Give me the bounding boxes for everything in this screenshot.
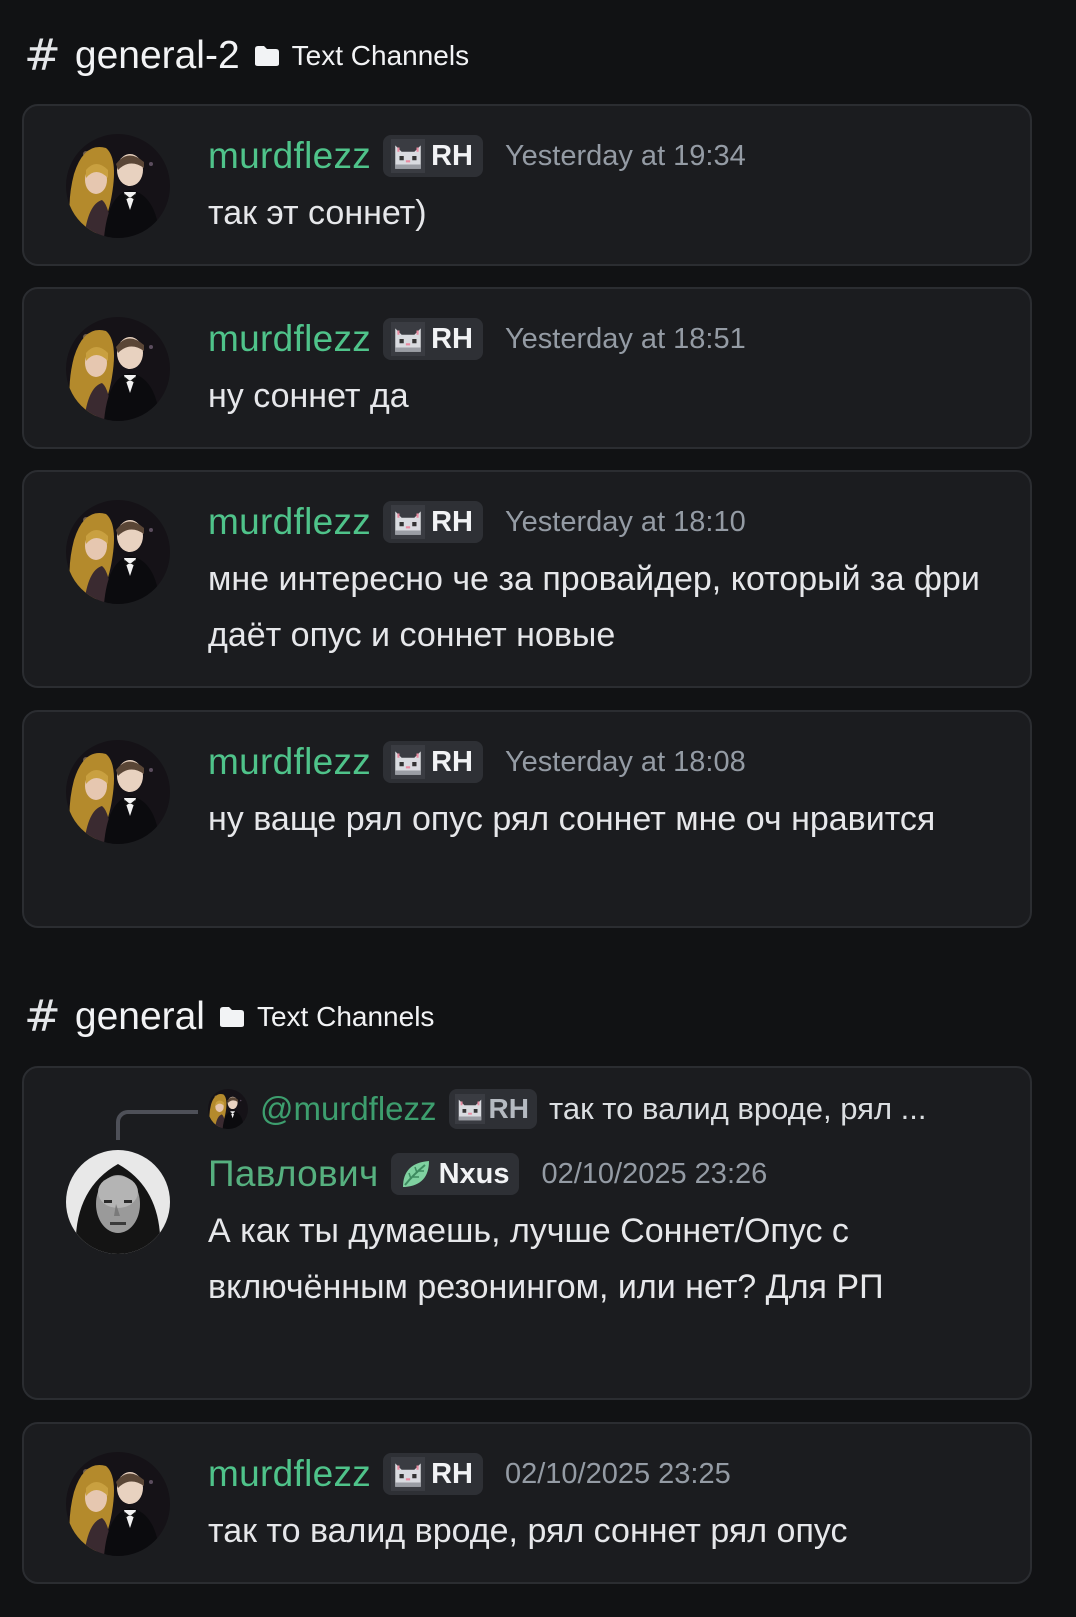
category-name: Text Channels	[256, 1001, 435, 1032]
message-header: murdflezz RH Yesterday at 19:34	[208, 132, 746, 180]
pixel-cat-icon	[391, 505, 425, 539]
pixel-cat-icon	[391, 322, 425, 356]
timestamp: 02/10/2025 23:26	[541, 1157, 768, 1190]
folder-icon	[254, 45, 280, 67]
avatar-couple-photo	[66, 317, 170, 421]
hash-icon: #	[24, 30, 61, 81]
guild-tag[interactable]: RH	[383, 135, 483, 177]
channel-header-general-2[interactable]: # general-2 Text Channels	[24, 31, 469, 81]
message-text: так то валид вроде, рял соннет рял опус	[208, 1512, 848, 1550]
guild-tag-text: RH	[431, 505, 473, 538]
guild-tag-text: RH	[431, 139, 473, 172]
avatar[interactable]	[66, 317, 170, 421]
avatar-couple-photo	[66, 740, 170, 844]
guild-tag[interactable]: RH	[383, 501, 483, 543]
avatar[interactable]	[66, 740, 170, 844]
reply-preview[interactable]: @murdflezz RH так то валид вроде, рял ..…	[208, 1086, 926, 1132]
timestamp: Yesterday at 18:08	[504, 745, 746, 778]
guild-tag-text: RH	[431, 1457, 473, 1490]
channel-header-general[interactable]: # general Text Channels	[24, 992, 434, 1042]
guild-tag[interactable]: RH	[383, 318, 483, 360]
message-card[interactable]: murdflezz RH Yesterday at 19:34 так эт с…	[22, 104, 1032, 266]
message-card-reply[interactable]: @murdflezz RH так то валид вроде, рял ..…	[22, 1066, 1032, 1400]
timestamp: Yesterday at 18:51	[504, 322, 746, 355]
avatar[interactable]	[66, 134, 170, 238]
message-card[interactable]: murdflezz RH Yesterday at 18:08 ну ваще …	[22, 710, 1032, 928]
category-name: Text Channels	[291, 40, 470, 71]
pixel-cat-icon	[391, 1457, 425, 1491]
guild-tag-text: RH	[431, 745, 473, 778]
message-text: ну ваще рял опус рял соннет мне оч нрави…	[208, 800, 936, 838]
leaf-icon	[399, 1157, 433, 1191]
timestamp: 02/10/2025 23:25	[504, 1457, 731, 1490]
guild-tag[interactable]: RH	[383, 741, 483, 783]
avatar-bald-man-photo	[66, 1150, 170, 1254]
message-card[interactable]: murdflezz RH Yesterday at 18:10 мне инте…	[22, 470, 1032, 688]
reply-connector	[116, 1110, 198, 1140]
message-card[interactable]: murdflezz RH 02/10/2025 23:25 так то вал…	[22, 1422, 1032, 1584]
pixel-cat-icon	[391, 745, 425, 779]
message-card[interactable]: murdflezz RH Yesterday at 18:51 ну сонне…	[22, 287, 1032, 449]
guild-tag-text: RH	[431, 322, 473, 355]
username[interactable]: murdflezz	[208, 501, 371, 543]
guild-tag: RH	[448, 1089, 537, 1129]
message-header: murdflezz RH Yesterday at 18:10	[208, 498, 746, 546]
message-text: А как ты думаешь, лучше Соннет/Опус с вк…	[208, 1212, 884, 1306]
reply-text: так то валид вроде, рял ...	[549, 1091, 927, 1126]
username[interactable]: murdflezz	[208, 135, 371, 177]
avatar[interactable]	[66, 1452, 170, 1556]
message-header: Павлович Nxus 02/10/2025 23:26	[208, 1150, 767, 1198]
avatar-couple-photo	[66, 500, 170, 604]
channel-name[interactable]: general	[75, 995, 205, 1039]
guild-tag[interactable]: RH	[383, 1453, 483, 1495]
message-text: так эт соннет)	[208, 194, 427, 232]
reply-mention[interactable]: @murdflezz	[260, 1090, 437, 1128]
pixel-cat-icon	[391, 139, 425, 173]
guild-tag-text: RH	[488, 1093, 529, 1124]
avatar[interactable]	[66, 1150, 170, 1254]
username[interactable]: murdflezz	[208, 741, 371, 783]
username[interactable]: murdflezz	[208, 318, 371, 360]
message-header: murdflezz RH Yesterday at 18:08	[208, 738, 746, 786]
message-header: murdflezz RH Yesterday at 18:51	[208, 315, 746, 363]
channel-name[interactable]: general-2	[75, 34, 240, 78]
reply-avatar	[208, 1089, 248, 1129]
username[interactable]: Павлович	[208, 1153, 379, 1195]
timestamp: Yesterday at 19:34	[504, 139, 746, 172]
pixel-cat-icon	[455, 1094, 485, 1124]
guild-tag[interactable]: Nxus	[390, 1153, 520, 1195]
timestamp: Yesterday at 18:10	[504, 505, 746, 538]
username[interactable]: murdflezz	[208, 1453, 371, 1495]
folder-icon	[219, 1006, 245, 1028]
avatar[interactable]	[66, 500, 170, 604]
avatar-couple-photo	[66, 1452, 170, 1556]
avatar-couple-photo	[208, 1089, 248, 1129]
avatar-couple-photo	[66, 134, 170, 238]
hash-icon: #	[24, 991, 61, 1042]
guild-tag-text: Nxus	[438, 1157, 510, 1190]
message-text: мне интересно че за провайдер, который з…	[208, 560, 980, 654]
message-header: murdflezz RH 02/10/2025 23:25	[208, 1450, 731, 1498]
message-text: ну соннет да	[208, 377, 409, 415]
